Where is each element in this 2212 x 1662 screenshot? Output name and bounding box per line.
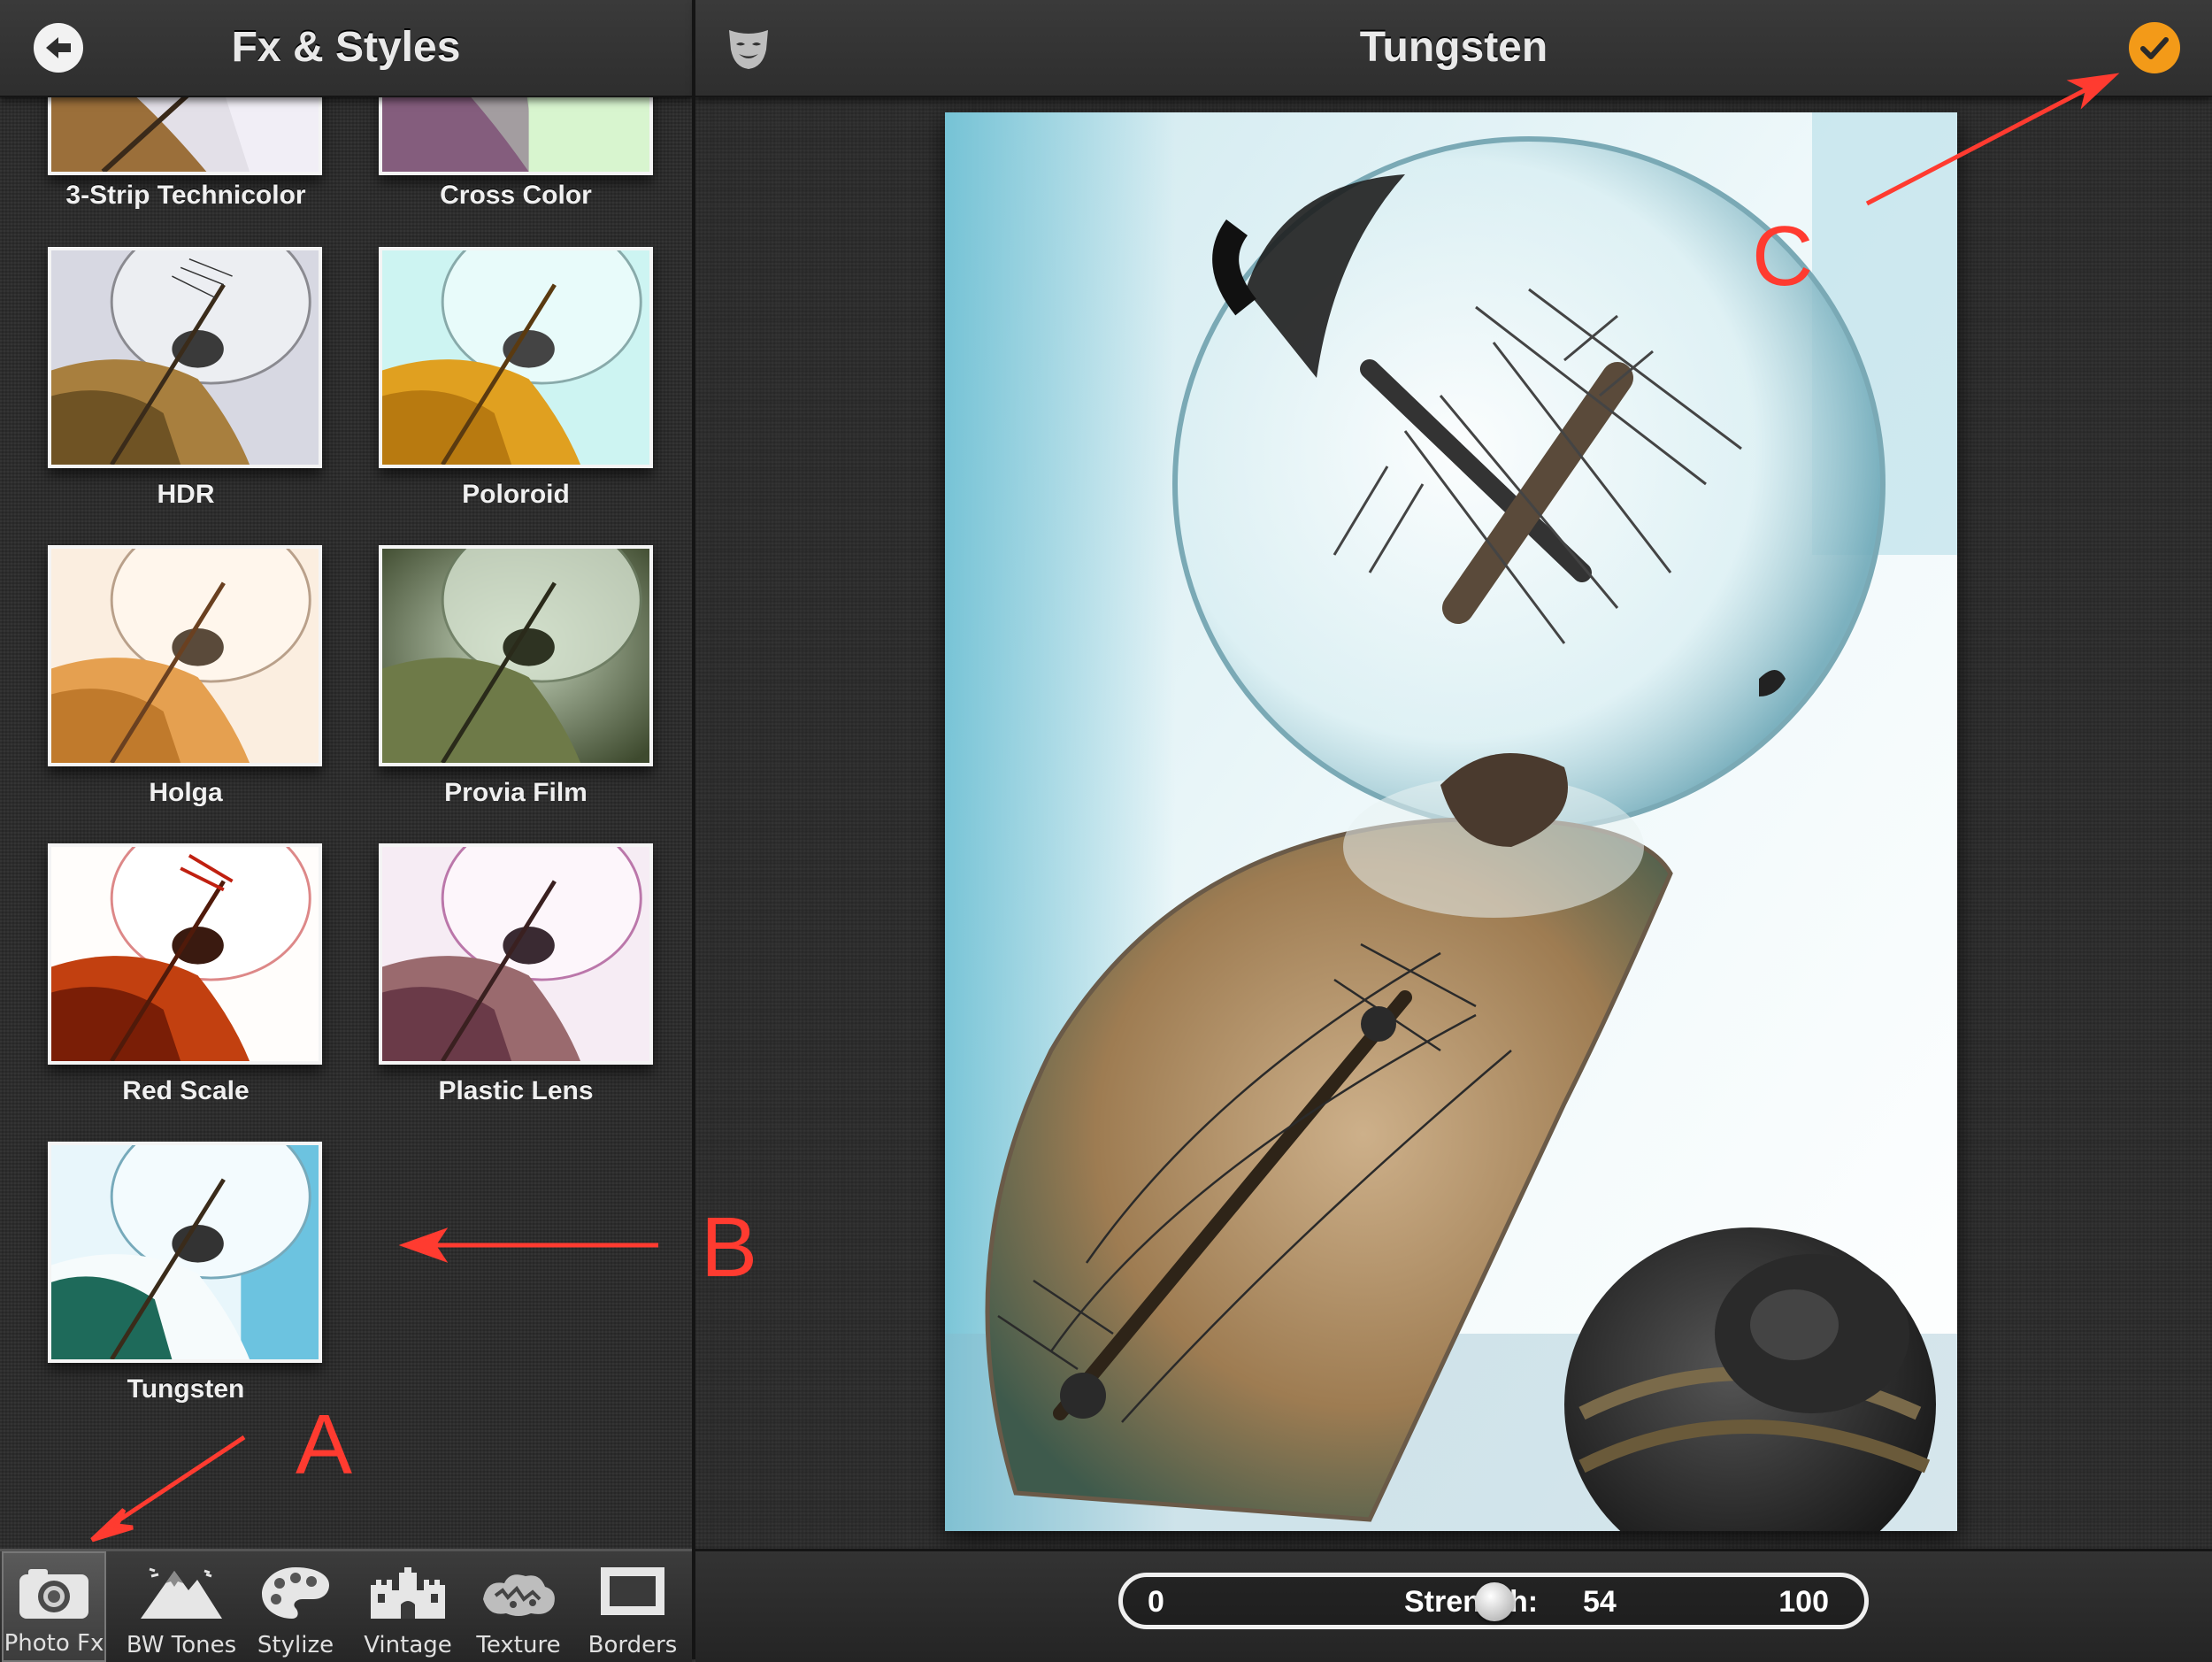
strength-slider[interactable]: 0 Strength: 54 100 <box>1118 1573 1869 1629</box>
filter-thumb-3-strip-technicolor[interactable] <box>48 96 322 175</box>
tab-label: Borders <box>588 1632 678 1658</box>
slider-max-label: 100 <box>1778 1585 1829 1619</box>
filter-thumb-poloroid[interactable] <box>379 247 653 468</box>
camera-icon <box>19 1569 88 1619</box>
filter-thumb-cross-color[interactable] <box>379 96 653 175</box>
left-header-bar: Fx & Styles <box>0 0 692 97</box>
slider-min-label: 0 <box>1148 1585 1164 1619</box>
filter-thumbnail-image <box>382 847 649 1061</box>
slider-track[interactable] <box>1185 1577 1758 1625</box>
palette-icon <box>262 1567 329 1619</box>
mountain-icon <box>141 1567 222 1619</box>
category-tab-bar: Photo Fx BW Tones Stylize Vintage Textur… <box>0 1549 692 1662</box>
tab-label: Vintage <box>364 1632 452 1658</box>
filter-thumbnail-image <box>51 1145 319 1359</box>
tab-vintage[interactable]: Vintage <box>352 1551 464 1662</box>
filter-thumbnail-image <box>382 549 649 763</box>
slider-value: 54 <box>1583 1585 1617 1619</box>
filter-thumbnail-image <box>51 549 319 763</box>
tab-stylize[interactable]: Stylize <box>248 1551 343 1662</box>
tab-borders[interactable]: Borders <box>577 1551 688 1662</box>
filter-thumb-red-scale[interactable] <box>48 843 322 1065</box>
filter-title: Tungsten <box>1359 24 1548 71</box>
filter-thumbnail-image <box>382 250 649 465</box>
filter-thumbnail-image <box>382 96 649 172</box>
filter-label: Holga <box>149 778 223 807</box>
filter-thumb-holga[interactable] <box>48 545 322 766</box>
panel-title: Fx & Styles <box>231 24 461 71</box>
filter-grid[interactable]: 3-Strip Technicolor Cross Color HDR Polo… <box>0 96 692 1549</box>
tab-bw-tones[interactable]: BW Tones <box>117 1551 246 1662</box>
tab-texture[interactable]: Texture <box>469 1551 568 1662</box>
apply-button[interactable] <box>2129 22 2180 73</box>
strength-bar: 0 Strength: 54 100 <box>695 1549 2212 1662</box>
filter-label: HDR <box>157 480 215 509</box>
filter-label: Poloroid <box>462 480 570 509</box>
back-arrow-icon <box>46 37 71 58</box>
frame-icon <box>601 1567 664 1615</box>
slider-knob[interactable] <box>1474 1582 1514 1621</box>
filter-label: Provia Film <box>444 778 588 807</box>
filter-thumb-tungsten[interactable] <box>48 1142 322 1363</box>
filter-label: Plastic Lens <box>438 1076 594 1105</box>
right-header-bar: Tungsten <box>695 0 2212 97</box>
tab-label: BW Tones <box>126 1632 237 1658</box>
castle-icon <box>371 1567 445 1619</box>
annotation-label-b: B <box>701 1200 758 1295</box>
filter-thumb-plastic-lens[interactable] <box>379 843 653 1065</box>
back-button[interactable] <box>34 23 83 73</box>
filter-thumbnail-image <box>51 96 319 172</box>
tab-label: Stylize <box>257 1632 334 1658</box>
photo-preview-image <box>945 112 1957 1531</box>
filter-label: Cross Color <box>440 181 592 210</box>
filter-thumb-provia-film[interactable] <box>379 545 653 766</box>
tab-label: Texture <box>476 1632 561 1658</box>
photo-preview[interactable] <box>945 112 1957 1531</box>
filter-label: 3-Strip Technicolor <box>65 181 306 210</box>
filter-label: Red Scale <box>122 1076 250 1105</box>
texture-icon <box>483 1574 555 1616</box>
panel-divider <box>692 0 695 1659</box>
filter-thumbnail-image <box>51 250 319 465</box>
filter-thumb-hdr[interactable] <box>48 247 322 468</box>
filter-label: Tungsten <box>127 1374 245 1404</box>
tab-label: Photo Fx <box>4 1630 104 1657</box>
filter-thumbnail-image <box>51 847 319 1061</box>
checkmark-icon <box>2140 37 2169 59</box>
tab-photo-fx[interactable]: Photo Fx <box>2 1551 106 1662</box>
